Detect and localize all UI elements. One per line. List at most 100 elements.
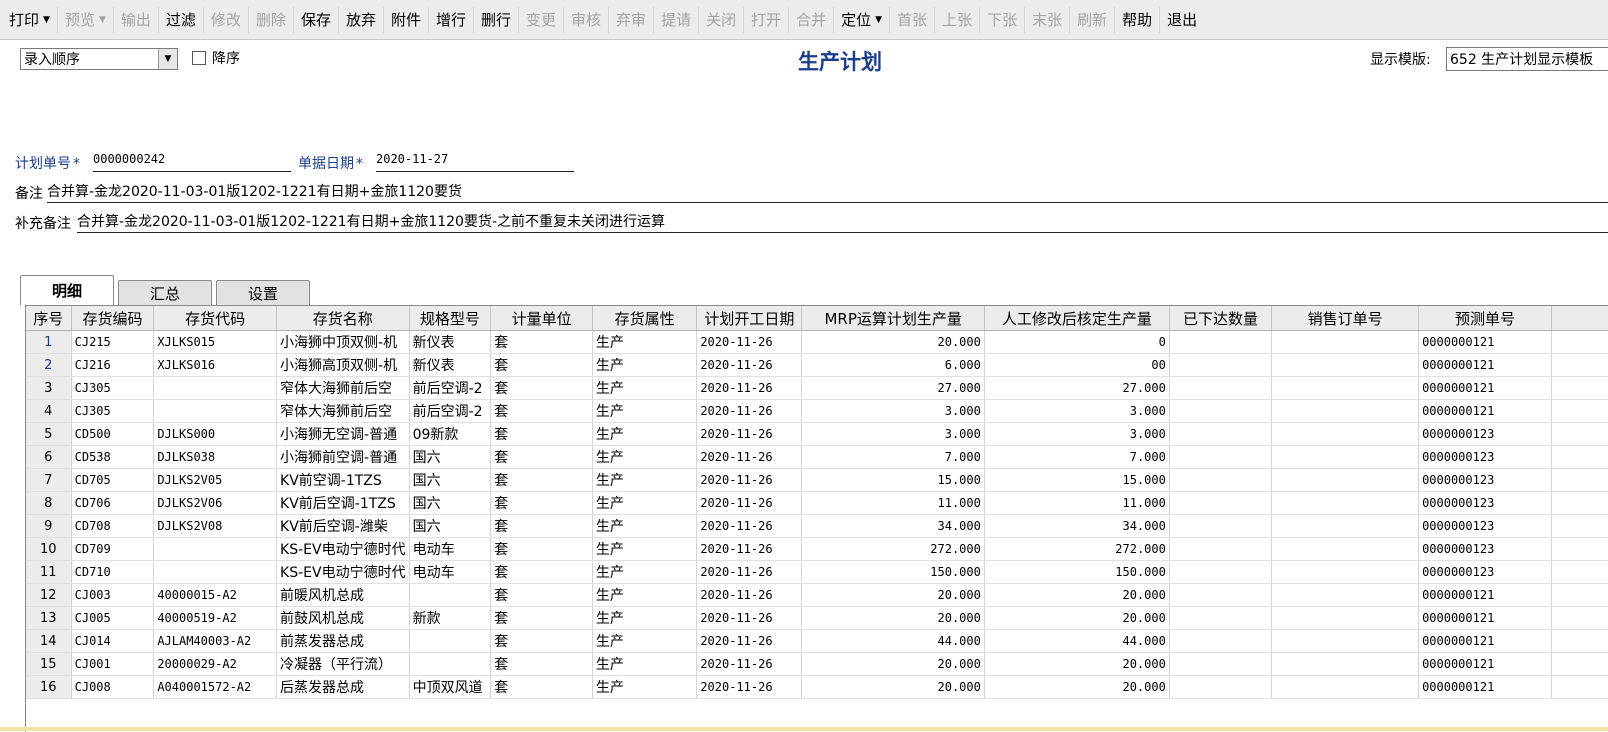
cell-inv-id[interactable]: A040001572-A2 <box>153 675 278 699</box>
table-row[interactable]: 11 CD710 KS-EV电动宁德时代 电动车套生产 2020-11-26 150.00… <box>26 560 1608 584</box>
cell-approved-qty[interactable]: 20.000 <box>984 583 1170 607</box>
cell-unit[interactable]: 套 <box>490 629 593 653</box>
first-record-button[interactable]: 首张 <box>890 5 934 35</box>
cell-sales-order[interactable] <box>1271 652 1420 676</box>
col-header-attr[interactable]: 存货属性 <box>592 306 698 331</box>
submit-button[interactable]: 提请 <box>654 5 698 35</box>
cell-forecast-no[interactable]: 0000000123 <box>1418 468 1552 492</box>
cell-sales-order[interactable] <box>1271 399 1420 423</box>
cell-issued-qty[interactable] <box>1169 399 1273 423</box>
cell-seq[interactable]: 12 <box>26 583 72 607</box>
cell-issued-qty[interactable] <box>1169 514 1273 538</box>
cell-spec[interactable]: 09新款 <box>409 422 492 446</box>
tab-settings[interactable]: 设置 <box>216 280 310 305</box>
table-row[interactable]: 15 CJ001 20000029-A2 冷凝器（平行流）套生产 2020-11-26 2… <box>26 652 1608 676</box>
filter-button[interactable]: 过滤 <box>159 5 203 35</box>
cell-seq[interactable]: 14 <box>26 629 72 653</box>
table-row[interactable]: 14 CJ014 AJLAM40003-A2 前蒸发器总成套生产 2020-11-26 4… <box>26 629 1608 653</box>
cell-start-date[interactable]: 2020-11-26 <box>696 376 803 400</box>
discard-button[interactable]: 放弃 <box>339 5 383 35</box>
cell-approved-qty[interactable]: 20.000 <box>984 675 1170 699</box>
cell-spec[interactable]: 国六 <box>409 468 492 492</box>
cell-spec[interactable]: 电动车 <box>409 537 492 561</box>
cell-forecast-no[interactable]: 0000000121 <box>1418 675 1552 699</box>
cell-start-date[interactable]: 2020-11-26 <box>696 399 803 423</box>
table-row[interactable]: 16 CJ008 A040001572-A2 后蒸发器总成 中顶双风道套生产 2020-1… <box>26 675 1608 699</box>
cell-unit[interactable]: 套 <box>490 560 593 584</box>
cell-start-date[interactable]: 2020-11-26 <box>696 491 803 515</box>
cell-sales-order[interactable] <box>1271 468 1420 492</box>
cell-spec[interactable]: 电动车 <box>409 560 492 584</box>
table-row[interactable]: 12 CJ003 40000015-A2 前暖风机总成套生产 2020-11-26 20.… <box>26 583 1608 607</box>
cell-seq[interactable]: 8 <box>26 491 72 515</box>
cell-seq[interactable]: 13 <box>26 606 72 630</box>
cell-issued-qty[interactable] <box>1169 652 1273 676</box>
cell-inv-code[interactable]: CD705 <box>71 468 155 492</box>
cell-inv-id[interactable]: DJLKS2V05 <box>153 468 278 492</box>
cell-mrp-qty[interactable]: 20.000 <box>801 330 985 354</box>
prev-record-button[interactable]: 上张 <box>935 5 979 35</box>
chevron-down-icon[interactable]: ▼ <box>875 15 882 25</box>
cell-inv-code[interactable]: CD706 <box>71 491 155 515</box>
cell-issued-qty[interactable] <box>1169 583 1273 607</box>
cell-inv-code[interactable]: CJ014 <box>71 629 155 653</box>
cell-mrp-qty[interactable]: 20.000 <box>801 652 985 676</box>
cell-start-date[interactable]: 2020-11-26 <box>696 422 803 446</box>
cell-inv-name[interactable]: 前蒸发器总成 <box>276 629 410 653</box>
cell-inv-name[interactable]: 小海狮高顶双侧-机 <box>276 353 410 377</box>
cell-sales-order[interactable] <box>1271 353 1420 377</box>
cell-spec[interactable]: 新仪表 <box>409 353 492 377</box>
cell-start-date[interactable]: 2020-11-26 <box>696 583 803 607</box>
cell-inv-code[interactable]: CJ215 <box>71 330 155 354</box>
cell-start-date[interactable]: 2020-11-26 <box>696 468 803 492</box>
cell-mrp-qty[interactable]: 34.000 <box>801 514 985 538</box>
cell-attr[interactable]: 生产 <box>592 491 698 515</box>
cell-unit[interactable]: 套 <box>490 514 593 538</box>
cell-approved-qty[interactable]: 7.000 <box>984 445 1170 469</box>
cell-unit[interactable]: 套 <box>490 606 593 630</box>
template-select[interactable]: 652 生产计划显示模板 <box>1446 47 1608 71</box>
chevron-down-icon[interactable]: ▼ <box>99 15 106 25</box>
unapprove-button[interactable]: 弃审 <box>609 5 653 35</box>
cell-inv-id[interactable]: DJLKS2V08 <box>153 514 278 538</box>
cell-spec[interactable]: 国六 <box>409 445 492 469</box>
attachment-button[interactable]: 附件 <box>384 5 428 35</box>
delete-row-button[interactable]: 删行 <box>474 5 518 35</box>
cell-mrp-qty[interactable]: 20.000 <box>801 583 985 607</box>
cell-forecast-no[interactable]: 0000000123 <box>1418 560 1552 584</box>
cell-forecast-no[interactable]: 0000000123 <box>1418 491 1552 515</box>
table-row[interactable]: 4 CJ305 窄体大海狮前后空 前后空调-2 套生产 2020-11-26 3.000 3.… <box>26 399 1608 423</box>
cell-mrp-qty[interactable]: 7.000 <box>801 445 985 469</box>
print-button[interactable]: 打印 ▼ <box>2 5 57 35</box>
cell-spec[interactable]: 新仪表 <box>409 330 492 354</box>
cell-mrp-qty[interactable]: 11.000 <box>801 491 985 515</box>
cell-spec[interactable]: 前后空调-2 <box>409 399 492 423</box>
cell-sales-order[interactable] <box>1271 629 1420 653</box>
cell-inv-name[interactable]: KV前后空调-潍柴 <box>276 514 410 538</box>
cell-inv-name[interactable]: 前鼓风机总成 <box>276 606 410 630</box>
cell-start-date[interactable]: 2020-11-26 <box>696 353 803 377</box>
cell-attr[interactable]: 生产 <box>592 652 698 676</box>
cell-seq[interactable]: 16 <box>26 675 72 699</box>
cell-spec[interactable]: 前后空调-2 <box>409 376 492 400</box>
cell-attr[interactable]: 生产 <box>592 399 698 423</box>
cell-start-date[interactable]: 2020-11-26 <box>696 606 803 630</box>
cell-forecast-no[interactable]: 0000000123 <box>1418 445 1552 469</box>
plan-no-field[interactable]: 0000000242 <box>93 152 291 172</box>
cell-sales-order[interactable] <box>1271 606 1420 630</box>
cell-attr[interactable]: 生产 <box>592 376 698 400</box>
help-button[interactable]: 帮助 <box>1115 5 1159 35</box>
next-record-button[interactable]: 下张 <box>980 5 1024 35</box>
cell-inv-id[interactable]: 40000015-A2 <box>153 583 278 607</box>
locate-button[interactable]: 定位 ▼ <box>834 5 889 35</box>
refresh-button[interactable]: 刷新 <box>1070 5 1114 35</box>
cell-inv-id[interactable]: DJLKS2V06 <box>153 491 278 515</box>
cell-mrp-qty[interactable]: 27.000 <box>801 376 985 400</box>
col-header-spec[interactable]: 规格型号 <box>409 306 492 331</box>
cell-inv-id[interactable] <box>153 560 278 584</box>
cell-approved-qty[interactable]: 00 <box>984 353 1170 377</box>
cell-unit[interactable]: 套 <box>490 675 593 699</box>
col-header-start-date[interactable]: 计划开工日期 <box>696 306 803 331</box>
cell-issued-qty[interactable] <box>1169 606 1273 630</box>
cell-approved-qty[interactable]: 15.000 <box>984 468 1170 492</box>
